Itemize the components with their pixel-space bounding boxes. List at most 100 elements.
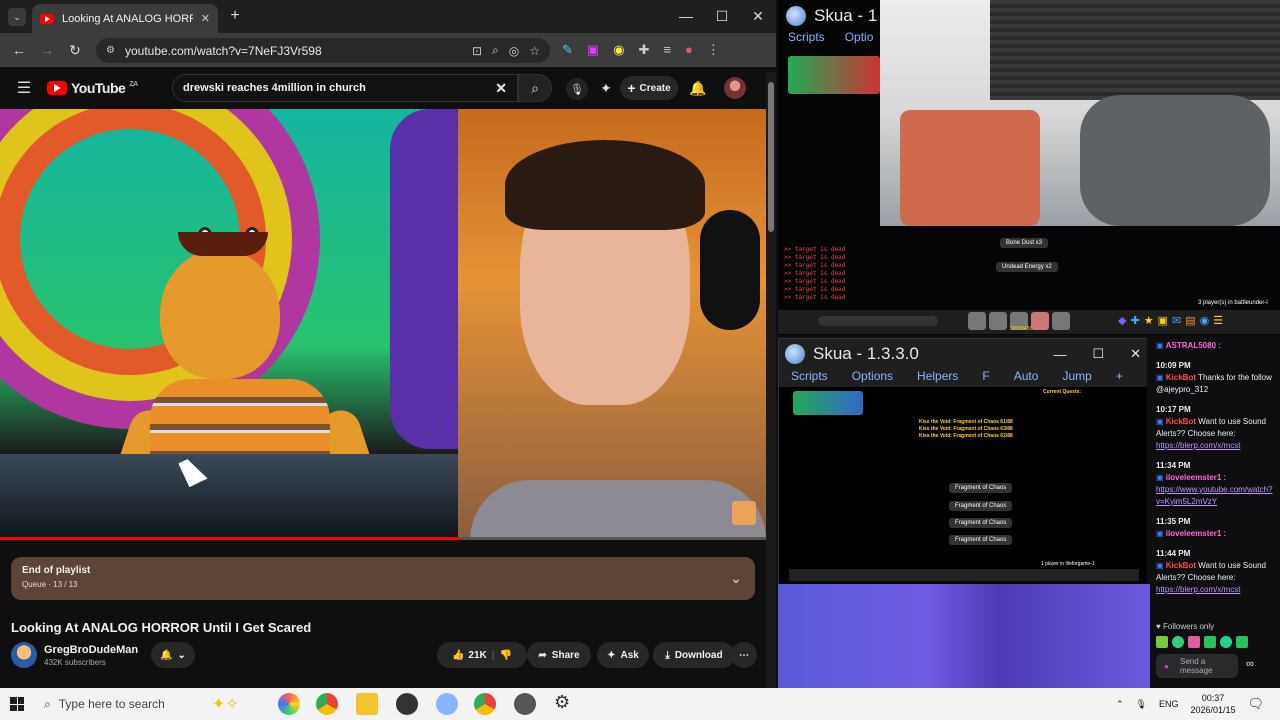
like-button[interactable]: 👍 21K — [452, 650, 487, 661]
chat-link[interactable]: https://www.youtube.com/watch?v=Kyim5L2m… — [1156, 484, 1274, 508]
extension-translate-icon[interactable]: ✎ — [562, 42, 573, 58]
game-icon[interactable]: ✉ — [1172, 314, 1181, 327]
skill-slot[interactable] — [989, 312, 1007, 330]
inventory-item[interactable]: Fragment of Chaos — [949, 518, 1013, 528]
tab-active[interactable]: Looking At ANALOG HORR ✕ — [32, 4, 218, 33]
chat-link[interactable]: https://blerp.com/x/mcst — [1156, 440, 1274, 452]
close-window-button[interactable]: ✕ — [748, 6, 768, 26]
skua-menu-options[interactable]: Options — [852, 369, 893, 387]
ask-button[interactable]: ✦ Ask — [597, 642, 649, 668]
tray-chevron-icon[interactable]: ⌃ — [1116, 699, 1124, 710]
windows-start-icon[interactable] — [10, 697, 24, 711]
obs-icon[interactable] — [396, 693, 418, 715]
channel-avatar[interactable] — [11, 642, 37, 668]
search-input[interactable]: drewski reaches 4million in church ✕ — [172, 74, 518, 102]
new-tab-button[interactable]: + — [226, 7, 244, 25]
account-avatar[interactable] — [724, 77, 746, 99]
profile-avatar-icon[interactable]: ● — [685, 42, 693, 58]
install-icon[interactable]: ⊡ — [472, 44, 482, 58]
skua-minimize-button[interactable]: — — [1053, 347, 1066, 362]
game-icon[interactable]: ◉ — [1200, 314, 1210, 327]
maximize-button[interactable]: ☐ — [712, 6, 732, 26]
chat-username[interactable]: iloveleemster1 — [1166, 529, 1222, 538]
video-player[interactable] — [0, 109, 766, 540]
chat-username[interactable]: KickBot — [1166, 561, 1196, 570]
more-actions-button[interactable]: ⋯ — [731, 642, 757, 668]
video-progress-bar[interactable] — [0, 537, 766, 540]
skua-taskbar-icon[interactable] — [436, 693, 458, 715]
emote-icon[interactable] — [1220, 636, 1232, 648]
game-icon[interactable]: ◆ — [1118, 314, 1126, 327]
emote-icon[interactable] — [1236, 636, 1248, 648]
extension-pink-icon[interactable]: ▣ — [587, 42, 599, 58]
game-icon[interactable]: ☰ — [1213, 314, 1223, 327]
clear-search-icon[interactable]: ✕ — [495, 80, 507, 97]
forward-arrow-icon[interactable]: → — [38, 41, 56, 59]
emote-icon[interactable] — [1204, 636, 1216, 648]
search-button[interactable]: ⌕ — [518, 74, 552, 102]
skua-menu-helpers[interactable]: Helpers — [917, 369, 958, 387]
playlist-panel[interactable]: End of playlist Queue · 13 / 13 ⌄ — [11, 557, 755, 600]
media-icon[interactable]: ≡ — [663, 42, 671, 58]
bookmark-star-icon[interactable]: ☆ — [529, 44, 540, 58]
game-icon[interactable]: ▤ — [1185, 314, 1195, 327]
skua-menu-f[interactable]: F — [982, 369, 989, 387]
language-indicator[interactable]: ENG — [1159, 699, 1179, 709]
inventory-item[interactable]: Fragment of Chaos — [949, 483, 1013, 493]
skua-menu-auto[interactable]: Auto — [1014, 369, 1039, 387]
notifications-bell-icon[interactable]: 🔔 — [688, 78, 708, 98]
chrome-profile-icon[interactable] — [474, 693, 496, 715]
skua-top-menu-options[interactable]: Optio — [845, 30, 874, 44]
mic-icon[interactable]: 🎙 — [566, 78, 588, 100]
settings-gear-icon[interactable]: ⚙ — [554, 692, 570, 713]
app-icon[interactable] — [514, 693, 536, 715]
reload-icon[interactable]: ↻ — [66, 41, 84, 59]
back-arrow-icon[interactable]: ← — [10, 41, 28, 59]
emote-icon[interactable] — [1188, 636, 1200, 648]
page-scrollbar[interactable] — [766, 72, 776, 688]
omnibox[interactable]: ⚙ youtube.com/watch?v=7NeFJ3Vr598 ⊡ ⌕ ◎ … — [96, 38, 550, 63]
sparkle-icon[interactable]: ✦ — [596, 78, 616, 98]
download-button[interactable]: ⤓ Download — [653, 642, 735, 668]
sparkles-icon[interactable]: ✦✧ — [212, 694, 239, 714]
chat-username[interactable]: KickBot — [1166, 417, 1196, 426]
hamburger-menu-icon[interactable]: ☰ — [14, 78, 34, 98]
game-icon[interactable]: ▣ — [1158, 314, 1168, 327]
skill-slot[interactable] — [968, 312, 986, 330]
create-button[interactable]: + Create — [620, 76, 678, 100]
extension-yellow-icon[interactable]: ◉ — [613, 42, 624, 58]
game-icon[interactable]: ✚ — [1130, 314, 1139, 327]
skua-close-button[interactable]: ✕ — [1130, 346, 1141, 362]
dislike-button[interactable]: 👎 — [500, 650, 512, 661]
site-info-icon[interactable]: ⚙ — [106, 45, 115, 56]
skill-slot[interactable] — [1031, 312, 1049, 330]
chat-username[interactable]: ASTRAL5080 — [1166, 341, 1216, 350]
share-button[interactable]: ➦ Share — [527, 642, 591, 668]
chrome-icon[interactable] — [316, 693, 338, 715]
tab-close-icon[interactable]: ✕ — [201, 12, 210, 25]
skua-action-bar[interactable] — [789, 569, 1139, 581]
tab-search-button[interactable]: ⌄ — [8, 8, 26, 26]
extensions-puzzle-icon[interactable]: ✚ — [639, 42, 650, 58]
skua-menu-jump[interactable]: Jump — [1062, 369, 1091, 387]
emote-icon[interactable] — [1156, 636, 1168, 648]
channel-name[interactable]: GregBroDudeMan — [44, 644, 138, 656]
skill-slot[interactable] — [1052, 312, 1070, 330]
inventory-item[interactable]: Fragment of Chaos — [949, 535, 1013, 545]
skua-menu-plus[interactable]: + — [1116, 369, 1123, 387]
eye-off-icon[interactable]: ◎ — [509, 44, 519, 58]
microphone-icon[interactable]: 🎙 — [1136, 699, 1147, 710]
chat-username[interactable]: iloveleemster1 — [1166, 473, 1222, 482]
chat-settings-icon[interactable]: ∞ — [1246, 658, 1254, 670]
system-clock[interactable]: 00:37 2026/01/15 — [1191, 692, 1236, 716]
taskbar-search[interactable]: ⌕ Type here to search — [44, 692, 276, 716]
channel-watermark[interactable] — [732, 501, 756, 525]
youtube-logo[interactable]: YouTube ZA — [47, 80, 138, 96]
emote-icon[interactable] — [1172, 636, 1184, 648]
chat-link[interactable]: https://blerp.com/x/mcst — [1156, 584, 1274, 596]
file-explorer-icon[interactable] — [356, 693, 378, 715]
minimize-button[interactable]: — — [676, 6, 696, 26]
skua-maximize-button[interactable]: ☐ — [1092, 346, 1104, 362]
subscribe-bell-button[interactable]: 🔔 ⌄ — [151, 642, 195, 668]
game-icon[interactable]: ★ — [1144, 314, 1154, 327]
